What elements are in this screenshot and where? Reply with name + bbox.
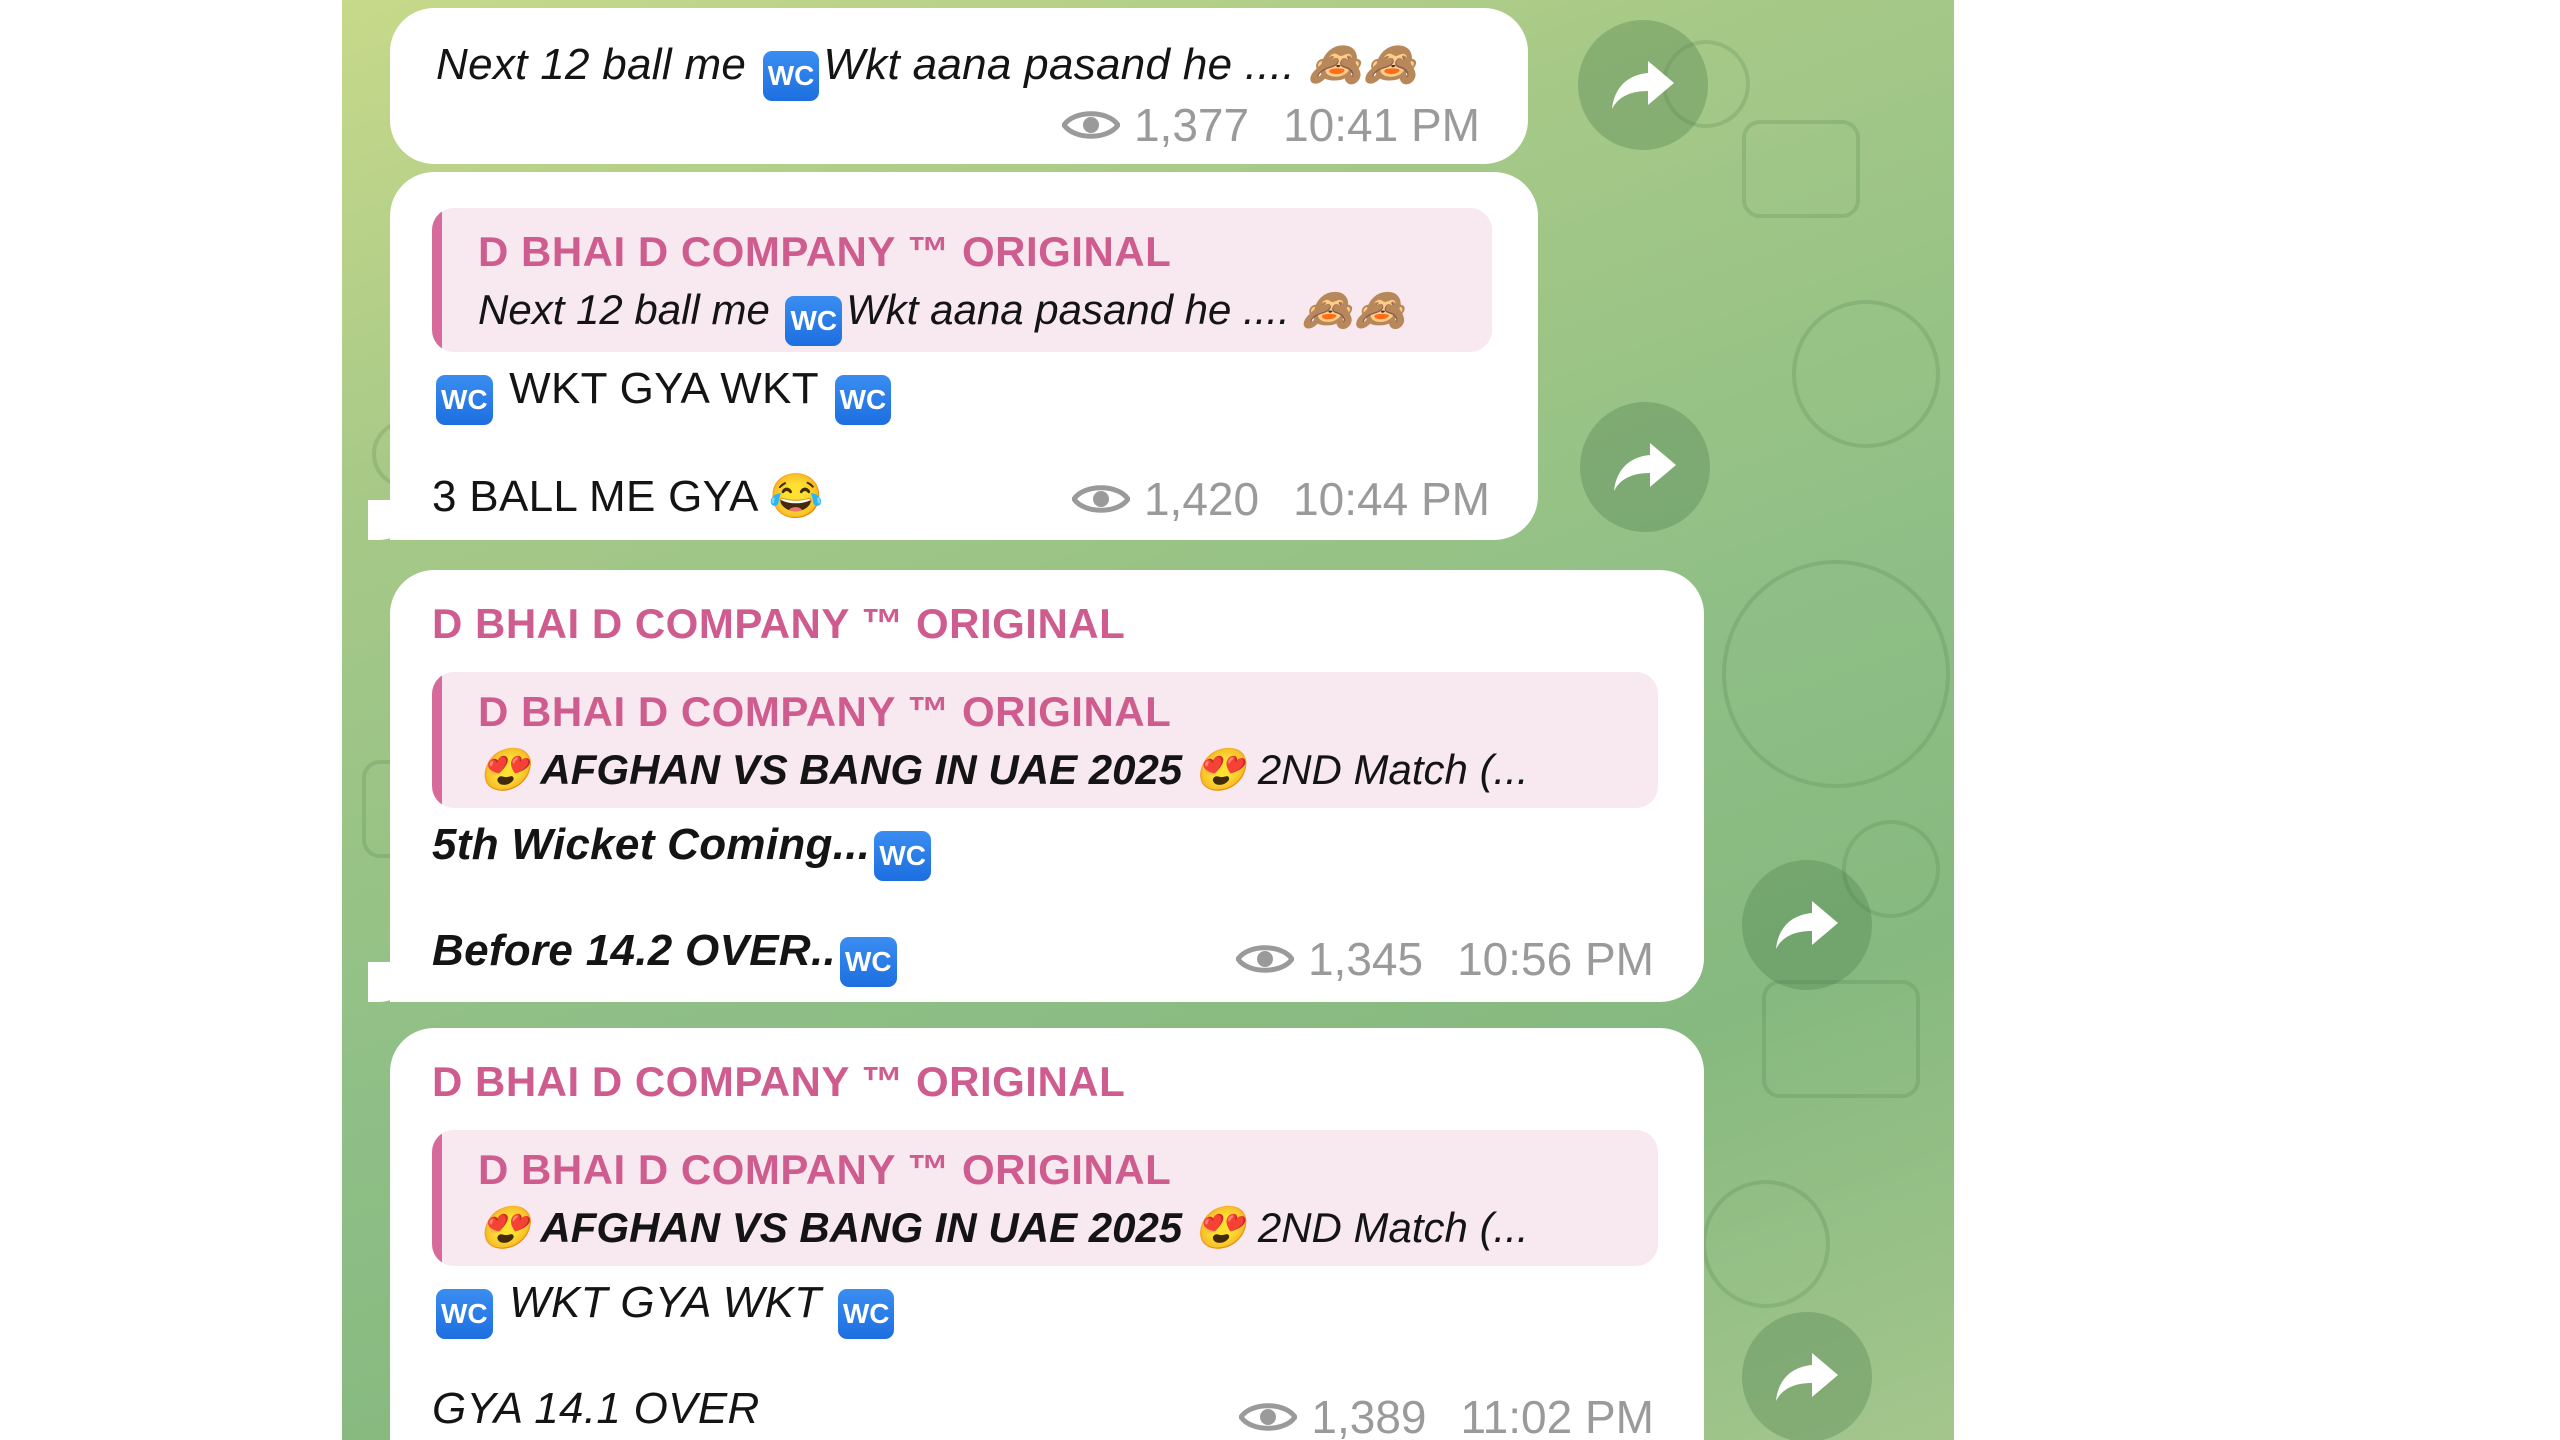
eye-icon bbox=[1061, 111, 1120, 139]
text-segment: Wkt aana pasand he .... bbox=[846, 286, 1302, 333]
wc-emoji: WC bbox=[837, 1289, 895, 1339]
message-bubble[interactable]: D BHAI D COMPANY ™ ORIGINAL D BHAI D COM… bbox=[368, 570, 1704, 1002]
doodle-decoration bbox=[1722, 560, 1950, 788]
quote-text: Next 12 ball me WC Wkt aana pasand he ...… bbox=[478, 286, 1406, 346]
message-time: 10:41 PM bbox=[1283, 99, 1480, 151]
share-button[interactable] bbox=[1742, 860, 1872, 990]
message-time: 10:44 PM bbox=[1293, 473, 1490, 525]
sender-name[interactable]: D BHAI D COMPANY ™ ORIGINAL bbox=[432, 1058, 1125, 1106]
quote-sender: D BHAI D COMPANY ™ ORIGINAL bbox=[478, 1146, 1172, 1193]
screen: Next 12 ball me WC Wkt aana pasand he ...… bbox=[0, 0, 2560, 1440]
reply-quote[interactable]: D BHAI D COMPANY ™ ORIGINAL 😍 AFGHAN VS … bbox=[432, 672, 1658, 808]
wc-emoji: WC bbox=[840, 937, 897, 987]
share-forward-icon bbox=[1776, 901, 1838, 949]
message-line: WC WKT GYA WKT WC bbox=[432, 364, 895, 425]
sender-name[interactable]: D BHAI D COMPANY ™ ORIGINAL bbox=[432, 600, 1125, 648]
laughing-emoji: 😂 bbox=[768, 472, 824, 521]
message-line: Before 14.2 OVER.. WC bbox=[432, 926, 901, 987]
text-segment: Wkt aana pasand he .... bbox=[823, 40, 1308, 89]
wc-emoji: WC bbox=[874, 831, 931, 881]
text-segment: 2ND Match (... bbox=[1246, 746, 1529, 793]
heart-eyes-emoji: 😍 bbox=[1193, 1204, 1247, 1251]
message-time: 10:56 PM bbox=[1457, 933, 1654, 985]
message-meta: 1,377 10:41 PM bbox=[1061, 98, 1480, 152]
eye-icon bbox=[1071, 485, 1130, 513]
message-bubble[interactable]: D BHAI D COMPANY ™ ORIGINAL Next 12 ball… bbox=[368, 172, 1538, 540]
text-segment: 2ND Match (... bbox=[1246, 1204, 1529, 1251]
reply-quote[interactable]: D BHAI D COMPANY ™ ORIGINAL Next 12 ball… bbox=[432, 208, 1492, 352]
doodle-decoration bbox=[1742, 120, 1860, 218]
text-segment: WKT GYA WKT bbox=[496, 364, 831, 413]
quote-bar bbox=[432, 672, 442, 808]
share-button[interactable] bbox=[1578, 20, 1708, 150]
reply-quote[interactable]: D BHAI D COMPANY ™ ORIGINAL 😍 AFGHAN VS … bbox=[432, 1130, 1658, 1266]
share-forward-icon bbox=[1614, 443, 1676, 491]
view-count: 1,377 bbox=[1133, 99, 1250, 151]
monkey-emoji: 🙈🙈 bbox=[1307, 40, 1418, 89]
view-count: 1,345 bbox=[1307, 933, 1424, 985]
share-forward-icon bbox=[1776, 1353, 1838, 1401]
message-line: WC WKT GYA WKT WC bbox=[432, 1278, 898, 1339]
quote-text: 😍 AFGHAN VS BANG IN UAE 2025 😍 2ND Match… bbox=[478, 746, 1529, 795]
wc-emoji: WC bbox=[785, 296, 843, 346]
message-line: GYA 14.1 OVER bbox=[432, 1384, 760, 1434]
quote-bar bbox=[432, 1130, 442, 1266]
share-forward-icon bbox=[1612, 61, 1674, 109]
view-count: 1,389 bbox=[1311, 1391, 1427, 1440]
text-segment: 5th Wicket Coming... bbox=[432, 820, 871, 869]
text-segment: AFGHAN VS BANG IN UAE 2025 bbox=[530, 746, 1194, 793]
heart-eyes-emoji: 😍 bbox=[478, 1204, 531, 1251]
bubble-tail bbox=[368, 500, 418, 540]
text-segment: Next 12 ball me bbox=[436, 40, 759, 89]
doodle-decoration bbox=[1762, 980, 1920, 1098]
wc-emoji: WC bbox=[762, 51, 820, 101]
bubble-tail bbox=[368, 962, 418, 1002]
message-bubble[interactable]: Next 12 ball me WC Wkt aana pasand he ...… bbox=[390, 8, 1528, 164]
eye-icon bbox=[1235, 945, 1294, 973]
share-button[interactable] bbox=[1742, 1312, 1872, 1440]
text-segment: AFGHAN VS BANG IN UAE 2025 bbox=[530, 1204, 1194, 1251]
text-segment: GYA 14.1 OVER bbox=[432, 1384, 760, 1433]
text-segment: 3 BALL ME GYA bbox=[432, 472, 769, 521]
doodle-decoration bbox=[1702, 1180, 1830, 1308]
message-line: 5th Wicket Coming... WC bbox=[432, 820, 935, 881]
quote-sender: D BHAI D COMPANY ™ ORIGINAL bbox=[478, 228, 1172, 275]
quote-sender: D BHAI D COMPANY ™ ORIGINAL bbox=[478, 688, 1172, 735]
message-text: Next 12 ball me WC Wkt aana pasand he ...… bbox=[436, 38, 1418, 101]
message-meta: 1,389 11:02 PM bbox=[1239, 1390, 1654, 1440]
wc-emoji: WC bbox=[436, 1289, 493, 1339]
message-meta: 1,345 10:56 PM bbox=[1235, 932, 1654, 986]
quote-bar bbox=[432, 208, 442, 352]
chat-background: Next 12 ball me WC Wkt aana pasand he ...… bbox=[342, 0, 1954, 1440]
wc-emoji: WC bbox=[834, 375, 892, 425]
message-meta: 1,420 10:44 PM bbox=[1071, 472, 1490, 526]
doodle-decoration bbox=[1792, 300, 1940, 448]
message-line: 3 BALL ME GYA 😂 bbox=[432, 470, 824, 522]
text-segment: WKT GYA WKT bbox=[496, 1278, 834, 1327]
quote-text: 😍 AFGHAN VS BANG IN UAE 2025 😍 2ND Match… bbox=[478, 1204, 1529, 1253]
heart-eyes-emoji: 😍 bbox=[1193, 746, 1247, 793]
wc-emoji: WC bbox=[436, 375, 493, 425]
message-time: 11:02 PM bbox=[1460, 1391, 1654, 1440]
heart-eyes-emoji: 😍 bbox=[478, 746, 531, 793]
monkey-emoji: 🙈🙈 bbox=[1301, 286, 1407, 333]
view-count: 1,420 bbox=[1143, 473, 1260, 525]
text-segment: Before 14.2 OVER.. bbox=[432, 926, 836, 975]
eye-icon bbox=[1239, 1403, 1298, 1431]
share-button[interactable] bbox=[1580, 402, 1710, 532]
text-segment: Next 12 ball me bbox=[478, 286, 782, 333]
message-bubble[interactable]: D BHAI D COMPANY ™ ORIGINAL D BHAI D COM… bbox=[390, 1028, 1704, 1440]
